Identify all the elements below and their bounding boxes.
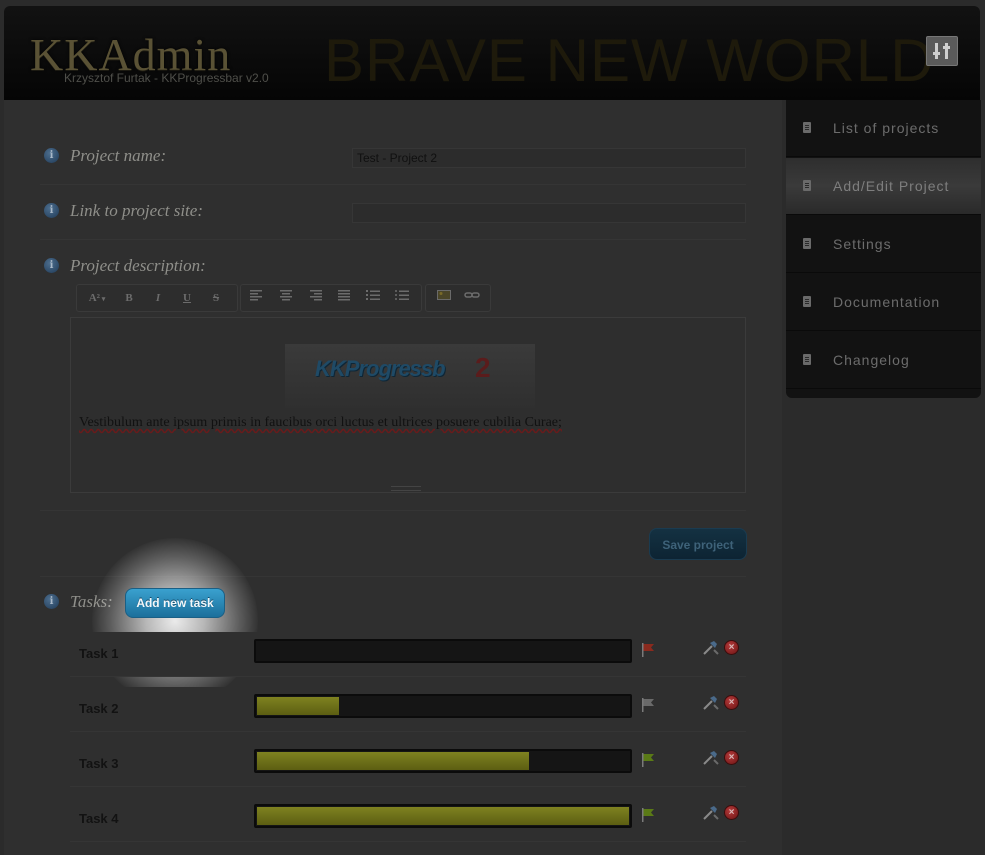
highlight-glow — [92, 538, 258, 704]
task-name[interactable]: Task 1 — [79, 646, 119, 661]
sidebar-item-documentation[interactable]: Documentation — [786, 274, 981, 331]
toolbar-group-insert — [425, 284, 491, 312]
document-icon — [803, 238, 811, 249]
insert-image-button[interactable] — [434, 289, 454, 307]
task-progress-fill — [257, 697, 339, 715]
unordered-list-icon — [395, 290, 409, 300]
task-progress-bar — [254, 804, 632, 828]
project-link-label: Link to project site: — [70, 201, 203, 220]
tasks-label: Tasks: — [70, 592, 113, 611]
settings-button[interactable] — [926, 36, 958, 66]
chevron-down-icon: ▾ — [99, 295, 106, 303]
info-icon[interactable]: i — [44, 148, 59, 163]
task-progress-fill — [257, 807, 629, 825]
align-center-icon — [280, 290, 292, 301]
ordered-list-button[interactable] — [363, 289, 383, 307]
sidebar-item-label: Add/Edit Project — [833, 178, 950, 194]
info-icon[interactable]: i — [44, 203, 59, 218]
app-subtitle: Krzysztof Furtak - KKProgressbar v2.0 — [64, 71, 269, 85]
separator — [40, 576, 746, 577]
toolbar-group-align — [240, 284, 422, 312]
task-row: Task 4 × — [70, 797, 746, 842]
separator — [40, 510, 746, 511]
sidebar-item-list-of-projects[interactable]: List of projects — [786, 100, 981, 157]
font-size-label: A² — [88, 292, 100, 304]
task-progress-bar — [254, 749, 632, 773]
project-link-input[interactable] — [352, 203, 746, 223]
project-name-input[interactable]: Test - Project 2 — [352, 148, 746, 168]
project-name-label: Project name: — [70, 146, 167, 165]
task-progress-bar — [254, 694, 632, 718]
sidebar-nav: List of projects Add/Edit Project Settings… — [786, 100, 981, 398]
embedded-image-title: KKProgressb — [315, 356, 446, 381]
info-icon[interactable]: i — [44, 258, 59, 273]
sidebar-item-label: Settings — [833, 236, 892, 252]
project-description-label: Project description: — [70, 256, 206, 275]
sidebar-item-label: Documentation — [833, 294, 941, 310]
sidebar-item-label: List of projects — [833, 120, 940, 136]
font-size-button[interactable]: A² ▾ — [83, 289, 111, 307]
embedded-image-number: 2 — [475, 352, 491, 383]
align-right-button[interactable] — [305, 289, 325, 307]
delete-icon[interactable]: × — [724, 640, 739, 655]
task-row: Task 1 × — [70, 632, 746, 677]
sidebar-item-changelog[interactable]: Changelog — [786, 332, 981, 389]
image-icon — [437, 290, 451, 300]
ordered-list-icon — [366, 290, 380, 300]
underline-button[interactable]: U — [177, 289, 197, 307]
bold-button[interactable]: B — [119, 289, 139, 307]
sidebar-item-add-edit-project[interactable]: Add/Edit Project — [786, 158, 981, 215]
task-progress-fill — [257, 752, 529, 770]
align-center-button[interactable] — [276, 289, 296, 307]
task-name[interactable]: Task 4 — [79, 811, 119, 826]
edit-tools-icon[interactable] — [702, 750, 720, 766]
document-icon — [803, 180, 811, 191]
task-progress-bar — [254, 639, 632, 663]
save-project-button[interactable]: Save project — [649, 528, 747, 560]
delete-icon[interactable]: × — [724, 750, 739, 765]
sidebar-item-label: Changelog — [833, 352, 910, 368]
flag-icon — [642, 698, 654, 712]
align-justify-icon — [338, 290, 350, 301]
edit-tools-icon[interactable] — [702, 805, 720, 821]
align-justify-button[interactable] — [334, 289, 354, 307]
flag-icon — [642, 643, 654, 657]
align-right-icon — [310, 290, 322, 301]
description-editor[interactable]: KKProgressb 2 Vestibulum ante ipsum prim… — [70, 317, 746, 493]
task-row: Task 3 × — [70, 742, 746, 787]
document-icon — [803, 296, 811, 307]
task-name[interactable]: Task 2 — [79, 701, 119, 716]
embedded-image[interactable]: KKProgressb 2 — [285, 344, 535, 408]
unordered-list-button[interactable] — [392, 289, 412, 307]
link-icon — [464, 292, 480, 298]
flag-icon — [642, 753, 654, 767]
main-panel: i Project name: Test - Project 2 i Link … — [4, 100, 782, 855]
header: KKAdmin Krzysztof Furtak - KKProgressbar… — [4, 6, 980, 100]
document-icon — [803, 354, 811, 365]
add-new-task-button[interactable]: Add new task — [125, 588, 225, 618]
editor-resize-handle[interactable] — [391, 486, 421, 491]
info-icon[interactable]: i — [44, 594, 59, 609]
insert-link-button[interactable] — [462, 289, 482, 307]
delete-icon[interactable]: × — [724, 805, 739, 820]
edit-tools-icon[interactable] — [702, 695, 720, 711]
task-row: Task 2 × — [70, 687, 746, 732]
flag-icon — [642, 808, 654, 822]
document-icon — [803, 122, 811, 133]
delete-icon[interactable]: × — [724, 695, 739, 710]
editor-text[interactable]: Vestibulum ante ipsum primis in faucibus… — [79, 415, 562, 431]
align-left-button[interactable] — [247, 289, 267, 307]
header-tagline: BRAVE NEW WORLD — [324, 27, 935, 94]
edit-tools-icon[interactable] — [702, 640, 720, 656]
sidebar-item-settings[interactable]: Settings — [786, 216, 981, 273]
toolbar-group-format: A² ▾ B I U S — [76, 284, 238, 312]
task-name[interactable]: Task 3 — [79, 756, 119, 771]
strikethrough-button[interactable]: S — [206, 289, 226, 307]
settings-sliders-icon — [933, 43, 950, 59]
separator — [40, 184, 746, 185]
italic-button[interactable]: I — [148, 289, 168, 307]
align-left-icon — [250, 290, 262, 301]
separator — [40, 239, 746, 240]
